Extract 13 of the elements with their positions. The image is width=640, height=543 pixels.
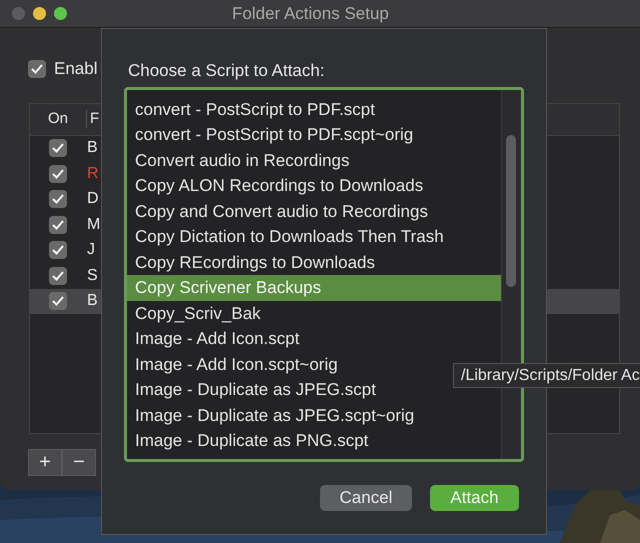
folder-name: M bbox=[86, 214, 100, 235]
folder-name: B bbox=[86, 138, 98, 158]
tooltip: /Library/Scripts/Folder Ac bbox=[453, 363, 640, 388]
column-header: On bbox=[46, 108, 69, 129]
column-header: F bbox=[89, 108, 100, 129]
folder-name: R bbox=[86, 164, 99, 184]
dialog-label: Choose a Script to Attach: bbox=[128, 60, 326, 82]
folder-name: J bbox=[86, 240, 95, 260]
folder-name: D bbox=[86, 189, 99, 210]
folder-name: S bbox=[86, 266, 98, 286]
window-title: Folder Actions Setup bbox=[232, 2, 389, 25]
folder-name: B bbox=[86, 291, 98, 312]
enable-label: Enabl bbox=[54, 58, 98, 80]
